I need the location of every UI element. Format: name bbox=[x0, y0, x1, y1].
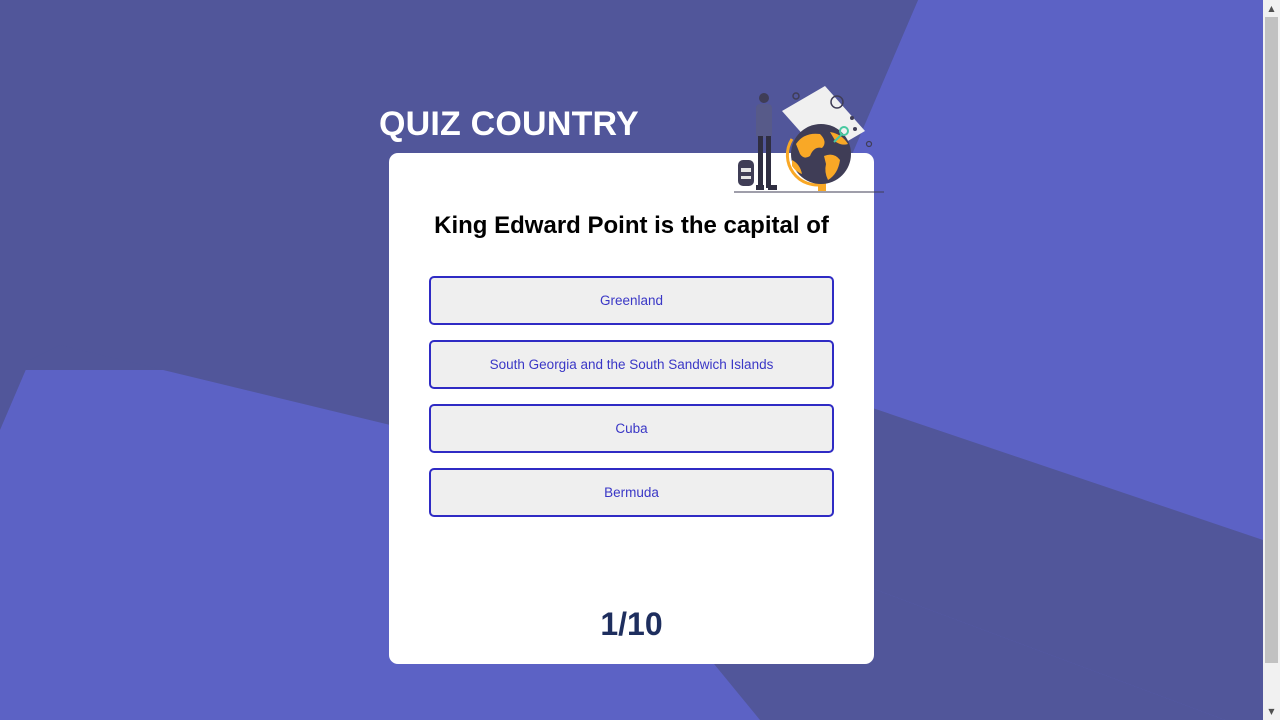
traveler-globe-illustration bbox=[734, 86, 884, 193]
answer-list: Greenland South Georgia and the South Sa… bbox=[429, 276, 834, 532]
vertical-scrollbar[interactable]: ▲ ▼ bbox=[1263, 0, 1280, 720]
page-viewport: QUIZ COUNTRY King Edward Point is the ca… bbox=[0, 0, 1263, 720]
scroll-down-arrow-icon[interactable]: ▼ bbox=[1263, 703, 1280, 720]
answer-option[interactable]: Greenland bbox=[429, 276, 834, 325]
answer-option[interactable]: Bermuda bbox=[429, 468, 834, 517]
question-progress: 1/10 bbox=[600, 606, 663, 642]
question-text: King Edward Point is the capital of bbox=[434, 212, 829, 239]
app-title: QUIZ COUNTRY bbox=[379, 105, 639, 143]
answer-option[interactable]: South Georgia and the South Sandwich Isl… bbox=[429, 340, 834, 389]
scroll-up-arrow-icon[interactable]: ▲ bbox=[1263, 0, 1280, 17]
scrollbar-thumb[interactable] bbox=[1265, 17, 1278, 663]
answer-option[interactable]: Cuba bbox=[429, 404, 834, 453]
